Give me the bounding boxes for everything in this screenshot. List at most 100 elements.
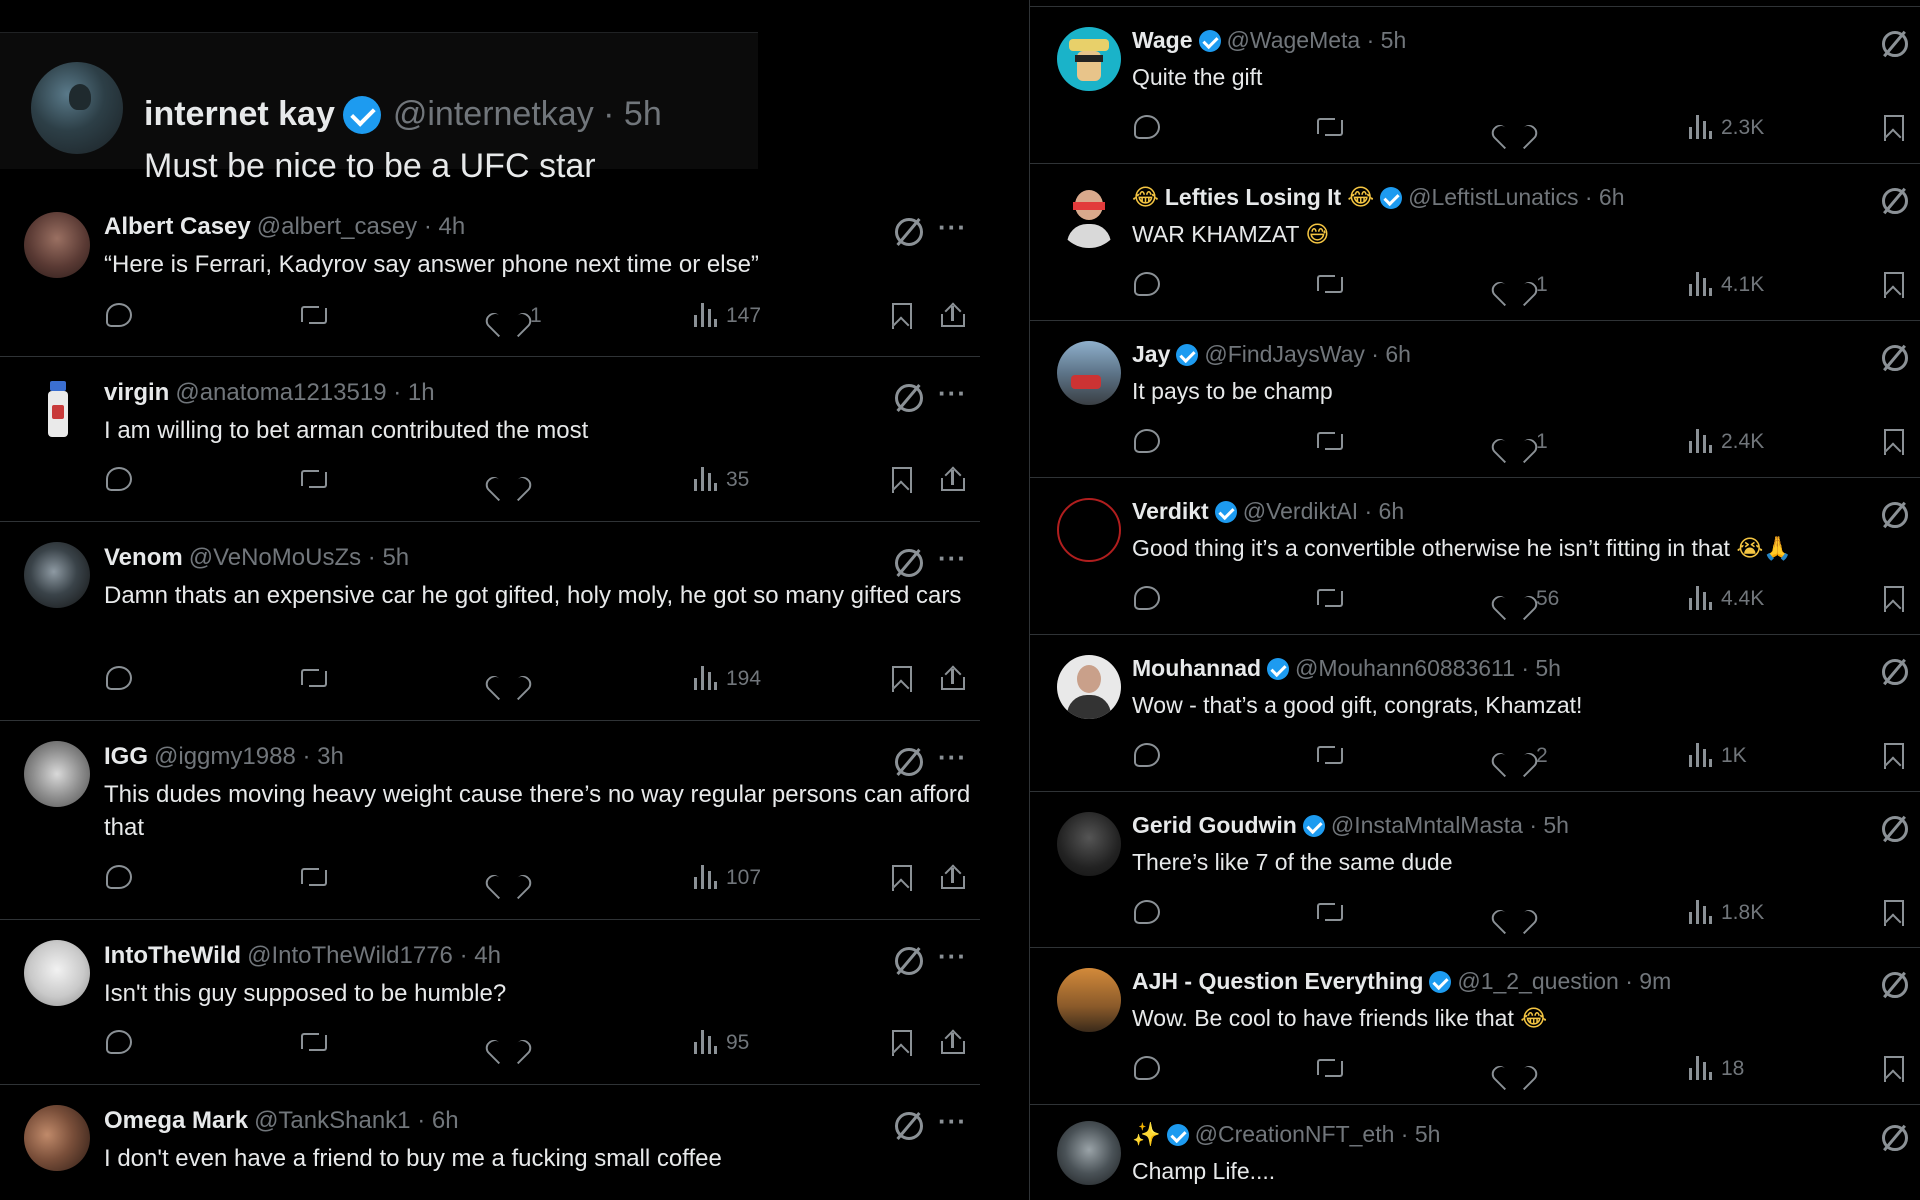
retweet-button[interactable]	[299, 666, 329, 688]
more-options-icon[interactable]: ···	[938, 212, 967, 243]
author-name[interactable]: Mouhannad	[1132, 655, 1261, 682]
reply-item[interactable]: Mouhannad @Mouhann60883611 · 5h Wow - th…	[1030, 635, 1920, 792]
author-name[interactable]: Albert Casey	[104, 213, 251, 241]
author-name[interactable]: ✨	[1132, 1121, 1161, 1148]
bookmark-button[interactable]	[1884, 743, 1904, 769]
handle-and-time[interactable]: @internetkay · 5h	[393, 95, 662, 134]
retweet-button[interactable]	[299, 467, 329, 489]
avatar[interactable]	[1057, 1121, 1121, 1185]
grok-icon[interactable]	[1882, 659, 1908, 685]
reply-item[interactable]: AJH - Question Everything @1_2_question …	[1030, 948, 1920, 1105]
author-name[interactable]: Gerid Goudwin	[1132, 812, 1297, 839]
author-name[interactable]: AJH - Question Everything	[1132, 968, 1423, 995]
author-name[interactable]: Verdikt	[1132, 498, 1209, 525]
more-options-icon[interactable]: ···	[938, 1106, 967, 1137]
author-name[interactable]: Lefties Losing It	[1165, 184, 1341, 211]
bookmark-button[interactable]	[1884, 1056, 1904, 1082]
views-button[interactable]: 107	[692, 865, 761, 891]
share-button[interactable]	[940, 666, 966, 692]
reply-button[interactable]	[1134, 272, 1160, 296]
like-button[interactable]	[1500, 900, 1528, 926]
avatar[interactable]	[24, 940, 90, 1006]
reply-item[interactable]: Venom @VeNoMoUsZs · 5h ··· Damn thats an…	[0, 522, 980, 721]
grok-icon[interactable]	[895, 947, 923, 975]
views-button[interactable]: 18	[1687, 1056, 1744, 1082]
reply-item[interactable]: IntoTheWild @IntoTheWild1776 · 4h ··· Is…	[0, 920, 980, 1085]
avatar[interactable]	[1057, 341, 1121, 405]
like-button[interactable]	[494, 666, 522, 692]
more-options-icon[interactable]: ···	[938, 941, 967, 972]
avatar[interactable]	[1057, 968, 1121, 1032]
views-button[interactable]: 1.8K	[1687, 900, 1764, 926]
more-options-icon[interactable]: ···	[938, 378, 967, 409]
grok-icon[interactable]	[1882, 972, 1908, 998]
handle-and-time[interactable]: @CreationNFT_eth · 5h	[1195, 1121, 1441, 1148]
retweet-button[interactable]	[1315, 1056, 1345, 1078]
views-button[interactable]: 194	[692, 666, 761, 692]
author-name[interactable]: IntoTheWild	[104, 942, 241, 970]
views-button[interactable]: 4.4K	[1687, 586, 1764, 612]
like-button[interactable]	[1500, 1056, 1528, 1082]
avatar[interactable]	[31, 62, 123, 154]
handle-and-time[interactable]: @LeftistLunatics · 6h	[1408, 184, 1624, 211]
more-options-icon[interactable]: ···	[938, 543, 967, 574]
author-name[interactable]: Jay	[1132, 341, 1170, 368]
reply-item[interactable]: Omega Mark @TankShank1 · 6h ··· I don't …	[0, 1085, 980, 1200]
views-button[interactable]: 147	[692, 303, 761, 329]
reply-button[interactable]	[106, 467, 132, 491]
views-button[interactable]: 2.4K	[1687, 429, 1764, 455]
avatar[interactable]	[1057, 812, 1121, 876]
reply-item[interactable]: Wage @WageMeta · 5h Quite the gift 2.3K	[1030, 7, 1920, 164]
reply-item[interactable]: ✨ @CreationNFT_eth · 5h Champ Life....	[1030, 1105, 1920, 1200]
author-name[interactable]: Venom	[104, 544, 183, 572]
retweet-button[interactable]	[1315, 743, 1345, 765]
grok-icon[interactable]	[1882, 502, 1908, 528]
grok-icon[interactable]	[1882, 816, 1908, 842]
bookmark-button[interactable]	[1884, 900, 1904, 926]
like-button[interactable]: 56	[1500, 586, 1559, 612]
avatar[interactable]	[24, 212, 90, 278]
reply-item[interactable]: Verdikt @VerdiktAI · 6h Good thing it’s …	[1030, 478, 1920, 635]
reply-button[interactable]	[106, 666, 132, 690]
handle-and-time[interactable]: @iggmy1988 · 3h	[154, 743, 344, 771]
avatar[interactable]	[1057, 655, 1121, 719]
author-name[interactable]: virgin	[104, 379, 169, 407]
reply-button[interactable]	[1134, 429, 1160, 453]
views-button[interactable]: 1K	[1687, 743, 1747, 769]
handle-and-time[interactable]: @WageMeta · 5h	[1227, 27, 1407, 54]
retweet-button[interactable]	[299, 1030, 329, 1052]
grok-icon[interactable]	[895, 748, 923, 776]
avatar[interactable]	[1057, 498, 1121, 562]
like-button[interactable]	[494, 1030, 522, 1056]
grok-icon[interactable]	[1882, 1125, 1908, 1151]
reply-button[interactable]	[106, 1030, 132, 1054]
bookmark-button[interactable]	[892, 1030, 912, 1056]
views-button[interactable]: 2.3K	[1687, 115, 1764, 141]
handle-and-time[interactable]: @Mouhann60883611 · 5h	[1295, 655, 1561, 682]
more-options-icon[interactable]: ···	[938, 742, 967, 773]
reply-button[interactable]	[1134, 900, 1160, 924]
retweet-button[interactable]	[299, 865, 329, 887]
grok-icon[interactable]	[895, 218, 923, 246]
reply-item[interactable]: Jay @FindJaysWay · 6h It pays to be cham…	[1030, 321, 1920, 478]
bookmark-button[interactable]	[892, 666, 912, 692]
like-button[interactable]: 1	[494, 303, 542, 329]
grok-icon[interactable]	[895, 1112, 923, 1140]
reply-item[interactable]: 😂 Lefties Losing It 😂 @LeftistLunatics ·…	[1030, 164, 1920, 321]
handle-and-time[interactable]: @IntoTheWild1776 · 4h	[247, 942, 501, 970]
share-button[interactable]	[940, 467, 966, 493]
author-name[interactable]: IGG	[104, 743, 148, 771]
handle-and-time[interactable]: @1_2_question · 9m	[1457, 968, 1671, 995]
handle-and-time[interactable]: @FindJaysWay · 6h	[1204, 341, 1411, 368]
avatar[interactable]	[1057, 27, 1121, 91]
reply-button[interactable]	[1134, 1056, 1160, 1080]
like-button[interactable]	[1500, 115, 1528, 141]
avatar[interactable]	[24, 1105, 90, 1171]
share-button[interactable]	[940, 1030, 966, 1056]
reply-item[interactable]: Albert Casey @albert_casey · 4h ··· “Her…	[0, 200, 980, 357]
avatar[interactable]	[24, 377, 90, 443]
handle-and-time[interactable]: @TankShank1 · 6h	[254, 1107, 458, 1135]
views-button[interactable]: 35	[692, 467, 749, 493]
avatar[interactable]	[1057, 184, 1121, 248]
retweet-button[interactable]	[299, 303, 329, 325]
